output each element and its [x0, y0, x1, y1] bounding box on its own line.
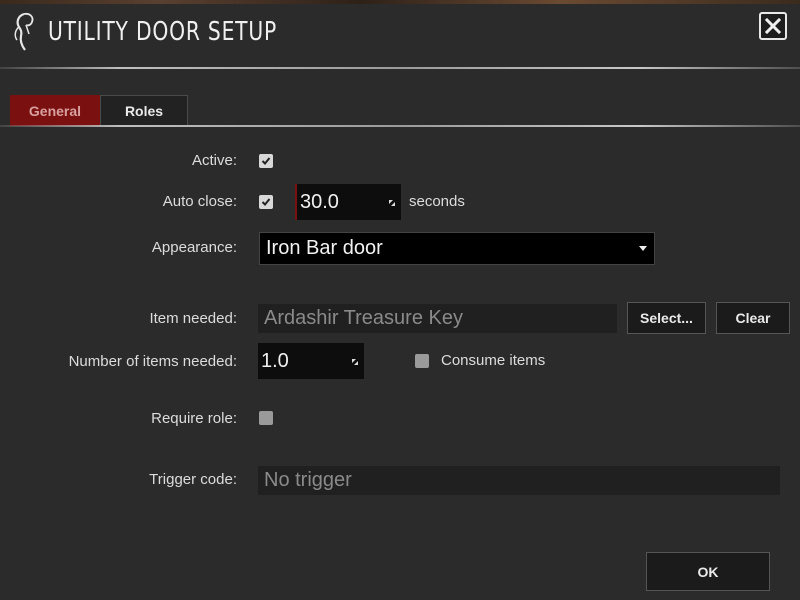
- checkmark-icon: [261, 157, 271, 165]
- seconds-unit-label: seconds: [409, 193, 465, 210]
- logo-icon: [14, 12, 34, 51]
- tab-roles[interactable]: Roles: [100, 95, 188, 126]
- auto-close-seconds-input[interactable]: 30.0: [295, 184, 401, 220]
- item-needed-field[interactable]: Ardashir Treasure Key: [258, 304, 617, 333]
- select-item-button[interactable]: Select...: [627, 302, 706, 334]
- require-role-checkbox[interactable]: [259, 411, 273, 425]
- auto-close-value: 30.0: [300, 190, 339, 213]
- items-count-label: Number of items needed:: [68, 353, 237, 370]
- resize-grip-icon: [389, 200, 395, 206]
- resize-grip-icon: [352, 359, 358, 365]
- trigger-code-field[interactable]: No trigger: [258, 466, 780, 495]
- item-needed-label: Item needed:: [149, 310, 237, 327]
- require-role-label: Require role:: [151, 410, 237, 427]
- trigger-code-label: Trigger code:: [149, 471, 237, 488]
- items-count-value: 1.0: [261, 349, 289, 372]
- auto-close-label: Auto close:: [162, 193, 237, 210]
- appearance-value: Iron Bar door: [266, 237, 383, 259]
- appearance-select[interactable]: Iron Bar door: [259, 232, 655, 265]
- close-icon: [765, 18, 781, 34]
- chevron-down-icon: [639, 246, 647, 251]
- auto-close-checkbox[interactable]: [259, 195, 273, 209]
- window-title: UTILITY DOOR SETUP: [48, 17, 277, 47]
- appearance-label: Appearance:: [151, 239, 237, 256]
- checkmark-icon: [261, 198, 271, 206]
- clear-item-button[interactable]: Clear: [716, 302, 790, 334]
- close-button[interactable]: [759, 12, 787, 40]
- tab-divider: [0, 125, 800, 127]
- consume-items-label: Consume items: [441, 352, 546, 369]
- items-count-input[interactable]: 1.0: [258, 343, 364, 379]
- window-header: UTILITY DOOR SETUP: [0, 4, 800, 64]
- ok-button[interactable]: OK: [646, 552, 770, 591]
- header-divider: [0, 67, 800, 69]
- active-label: Active:: [191, 152, 237, 169]
- tab-general[interactable]: General: [10, 95, 100, 126]
- active-checkbox[interactable]: [259, 154, 273, 168]
- consume-items-checkbox[interactable]: [415, 354, 429, 368]
- tab-bar: General Roles: [10, 95, 188, 126]
